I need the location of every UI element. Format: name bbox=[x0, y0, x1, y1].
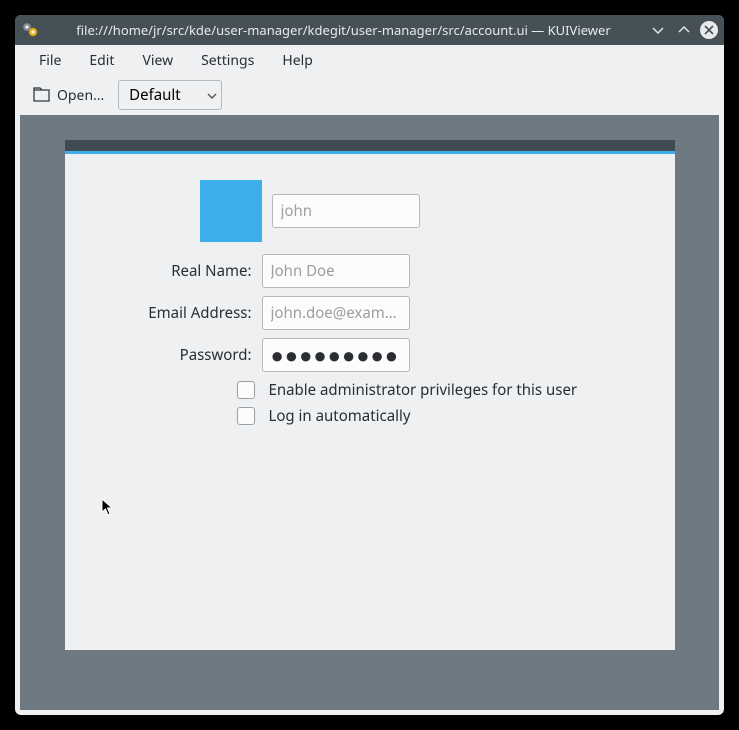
row-autologin: Log in automatically bbox=[237, 406, 645, 426]
panel-header-accent bbox=[65, 140, 675, 154]
admin-checkbox[interactable] bbox=[237, 381, 255, 399]
realname-input[interactable] bbox=[262, 254, 410, 288]
menu-settings[interactable]: Settings bbox=[187, 47, 268, 74]
email-input[interactable] bbox=[262, 296, 410, 330]
autologin-checkbox-label: Log in automatically bbox=[269, 406, 411, 426]
minimize-button[interactable] bbox=[648, 20, 668, 40]
menu-view[interactable]: View bbox=[128, 47, 187, 74]
row-admin: Enable administrator privileges for this… bbox=[237, 380, 645, 400]
admin-checkbox-label: Enable administrator privileges for this… bbox=[269, 380, 578, 400]
chevron-down-icon bbox=[207, 85, 217, 105]
password-input[interactable]: ●●●●●●●●● bbox=[262, 338, 410, 372]
maximize-button[interactable] bbox=[674, 20, 694, 40]
menu-file[interactable]: File bbox=[25, 47, 75, 74]
style-selected-label: Default bbox=[129, 85, 181, 105]
realname-label: Real Name: bbox=[95, 261, 262, 281]
window-title: file:///home/jr/src/kde/user-manager/kde… bbox=[45, 21, 642, 39]
row-password: Password: ●●●●●●●●● bbox=[95, 338, 645, 372]
avatar-placeholder[interactable] bbox=[200, 180, 262, 242]
row-username bbox=[95, 180, 645, 242]
open-label: Open… bbox=[57, 86, 104, 105]
autologin-checkbox[interactable] bbox=[237, 407, 255, 425]
window-frame: file:///home/jr/src/kde/user-manager/kde… bbox=[15, 15, 724, 715]
content-area: Real Name: Email Address: Password: ●●●●… bbox=[20, 115, 719, 710]
email-label: Email Address: bbox=[95, 303, 262, 323]
row-email: Email Address: bbox=[95, 296, 645, 330]
folder-open-icon bbox=[33, 87, 51, 103]
password-label: Password: bbox=[95, 345, 262, 365]
toolbar: Open… Default bbox=[15, 75, 724, 115]
username-input[interactable] bbox=[272, 194, 420, 228]
style-combobox[interactable]: Default bbox=[118, 80, 222, 110]
app-icon bbox=[21, 21, 39, 39]
open-button[interactable]: Open… bbox=[25, 82, 112, 109]
close-button[interactable] bbox=[700, 21, 718, 39]
menu-help[interactable]: Help bbox=[268, 47, 327, 74]
preview-panel: Real Name: Email Address: Password: ●●●●… bbox=[65, 140, 675, 650]
account-form: Real Name: Email Address: Password: ●●●●… bbox=[65, 154, 675, 426]
menu-edit[interactable]: Edit bbox=[75, 47, 128, 74]
row-realname: Real Name: bbox=[95, 254, 645, 288]
titlebar: file:///home/jr/src/kde/user-manager/kde… bbox=[15, 15, 724, 45]
menubar: File Edit View Settings Help bbox=[15, 45, 724, 75]
